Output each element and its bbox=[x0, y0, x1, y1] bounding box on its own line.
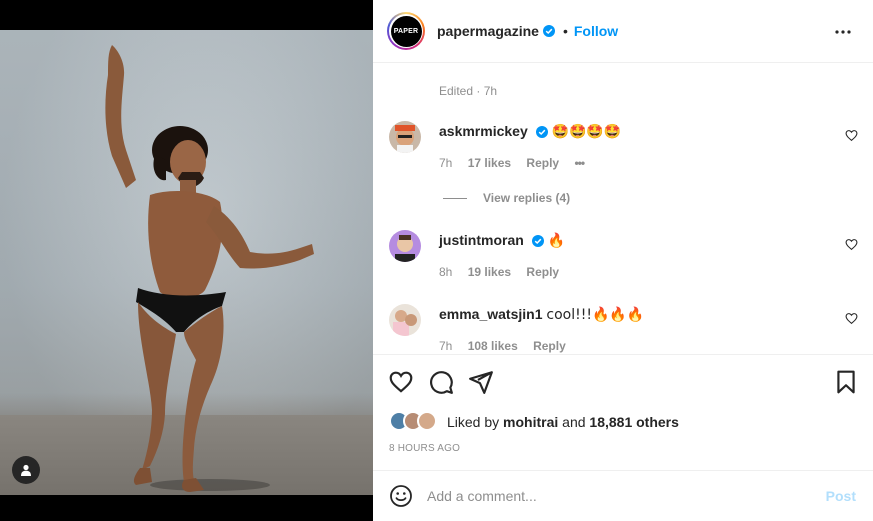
account-username[interactable]: papermagazine bbox=[437, 23, 539, 39]
account-avatar[interactable]: PAPER bbox=[387, 12, 425, 50]
save-bookmark-icon[interactable] bbox=[833, 369, 859, 395]
comment-likes[interactable]: 19 likes bbox=[468, 265, 511, 279]
comment-time[interactable]: 7h bbox=[439, 339, 452, 353]
verified-badge-icon bbox=[535, 126, 548, 139]
comment-username[interactable]: emma_watsjin1 cool!!!🔥🔥🔥 bbox=[439, 306, 644, 323]
comment-username[interactable]: askmrmickey 🤩🤩🤩🤩 bbox=[439, 123, 621, 140]
comment-input[interactable] bbox=[427, 488, 807, 504]
tagged-users-button[interactable] bbox=[12, 456, 40, 484]
comment-meta: 8h 19 likes Reply bbox=[439, 265, 571, 279]
post-comment-button[interactable]: Post bbox=[826, 488, 856, 504]
replies-divider bbox=[443, 197, 467, 199]
comment-likes[interactable]: 108 likes bbox=[468, 339, 518, 353]
comment-avatar[interactable] bbox=[389, 121, 421, 153]
liked-by-user[interactable]: mohitrai bbox=[503, 414, 558, 430]
comment-username[interactable]: justintmoran 🔥 bbox=[439, 232, 565, 249]
comment-avatar[interactable] bbox=[389, 304, 421, 336]
like-comment-heart-icon[interactable] bbox=[845, 238, 858, 251]
edited-label: Edited · 7h bbox=[439, 84, 498, 98]
share-send-icon[interactable] bbox=[468, 369, 494, 395]
comments-list[interactable]: Edited · 7h askmrmickey 🤩🤩🤩🤩 7h 17 likes… bbox=[373, 63, 873, 354]
view-replies-label[interactable]: View replies (4) bbox=[483, 191, 570, 205]
comment-meta: 7h 17 likes Reply ••• bbox=[439, 156, 596, 170]
comment-text: cool!!!🔥🔥🔥 bbox=[546, 307, 645, 323]
comment-text: 🔥 bbox=[547, 233, 565, 249]
liker-avatar[interactable] bbox=[417, 411, 437, 431]
comment-bubble-icon[interactable] bbox=[428, 369, 454, 395]
liked-by-prefix: Liked by bbox=[447, 414, 500, 430]
verified-badge-icon bbox=[542, 25, 555, 37]
post-media bbox=[0, 0, 373, 521]
comment-time[interactable]: 8h bbox=[439, 265, 452, 279]
post-actions: Liked by mohitrai and 18,881 others 8 HO… bbox=[373, 354, 873, 470]
liked-by-summary: Liked by mohitrai and 18,881 others bbox=[389, 411, 679, 433]
liked-by-others[interactable]: 18,881 others bbox=[589, 414, 679, 430]
follow-button[interactable]: Follow bbox=[574, 23, 618, 39]
post-photo[interactable] bbox=[0, 30, 373, 495]
reply-button[interactable]: Reply bbox=[526, 156, 559, 170]
post-side-panel: PAPER papermagazine • Follow Edited · 7h… bbox=[373, 0, 873, 521]
add-comment-bar: Post bbox=[373, 470, 873, 521]
liked-by-avatars[interactable] bbox=[389, 411, 441, 433]
comment-text: 🤩🤩🤩🤩 bbox=[551, 124, 622, 140]
person-icon bbox=[21, 464, 31, 476]
more-options-icon[interactable] bbox=[833, 22, 853, 42]
comment-more-options[interactable]: ••• bbox=[574, 156, 585, 170]
comment-avatar[interactable] bbox=[389, 230, 421, 262]
avatar-logo-text: PAPER bbox=[390, 15, 422, 47]
comment-time[interactable]: 7h bbox=[439, 156, 452, 170]
separator-dot: • bbox=[562, 23, 568, 39]
emoji-smiley-icon[interactable] bbox=[389, 484, 413, 508]
post-timestamp[interactable]: 8 HOURS AGO bbox=[389, 443, 460, 454]
verified-badge-icon bbox=[531, 235, 544, 248]
like-comment-heart-icon[interactable] bbox=[845, 312, 858, 325]
post-header: PAPER papermagazine • Follow bbox=[373, 0, 873, 63]
reply-button[interactable]: Reply bbox=[526, 265, 559, 279]
liked-by-joiner: and bbox=[562, 414, 586, 430]
dancer-figure bbox=[105, 45, 314, 492]
view-replies-button[interactable]: View replies (4) bbox=[443, 191, 570, 205]
reply-button[interactable]: Reply bbox=[533, 339, 566, 353]
comment-meta: 7h 108 likes Reply bbox=[439, 339, 578, 353]
like-comment-heart-icon[interactable] bbox=[845, 129, 858, 142]
comment-likes[interactable]: 17 likes bbox=[468, 156, 511, 170]
like-heart-icon[interactable] bbox=[388, 369, 414, 395]
